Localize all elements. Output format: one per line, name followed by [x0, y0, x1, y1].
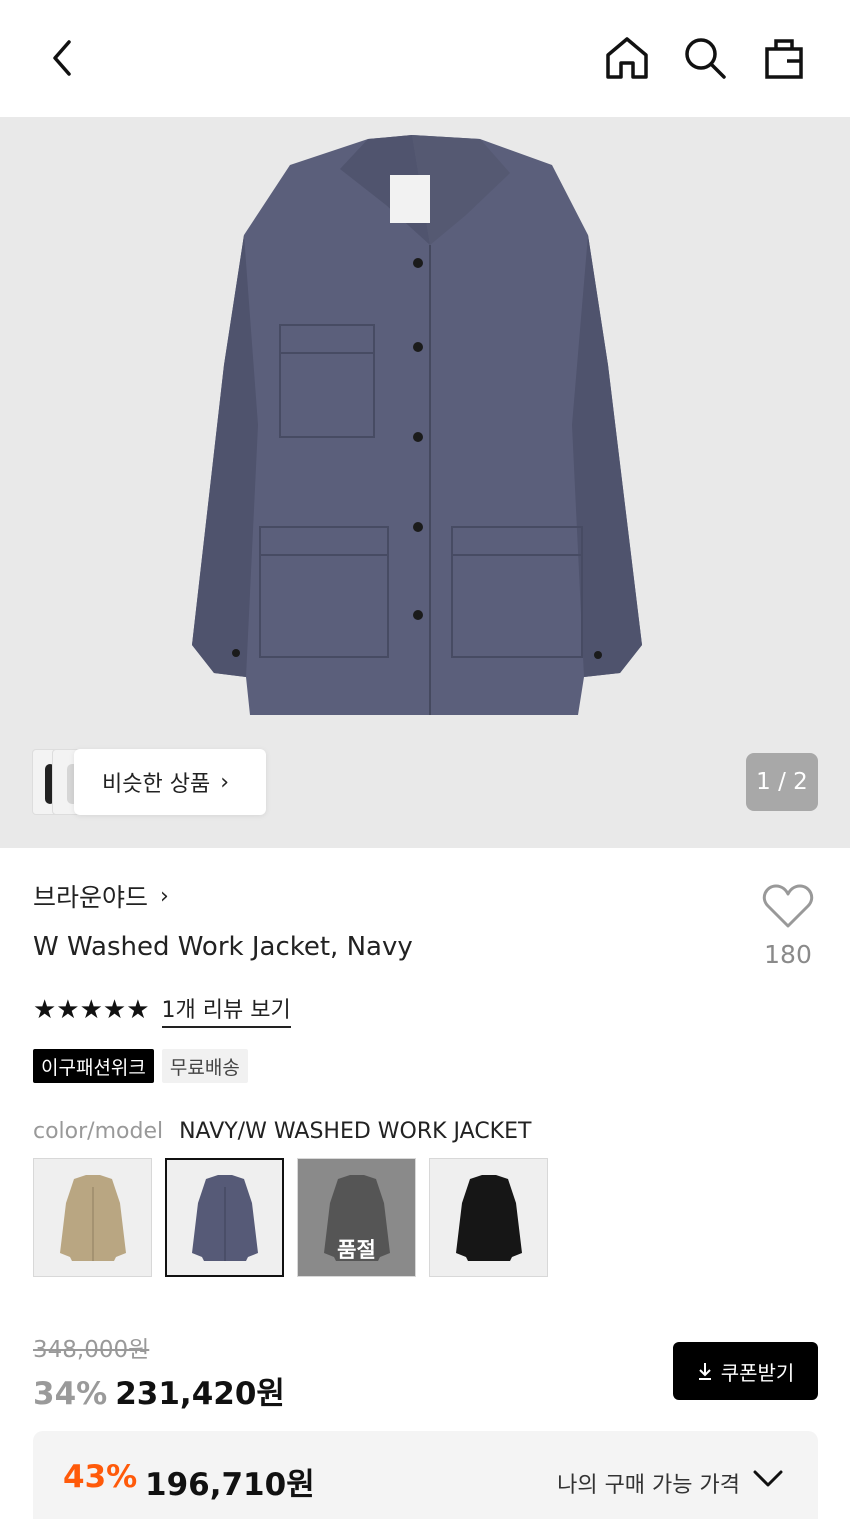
- jacket-thumbnail: [59, 1174, 126, 1261]
- brand-link[interactable]: 브라운야드 ›: [33, 878, 169, 914]
- best-discount-percent: 43%: [63, 1459, 138, 1495]
- download-icon: [698, 1363, 711, 1380]
- discount-percent: 34%: [33, 1376, 108, 1412]
- best-price: 196,710원: [145, 1467, 315, 1503]
- shopping-bag-button[interactable]: [756, 30, 812, 86]
- swatch-beige[interactable]: [33, 1158, 152, 1277]
- shopping-bag-icon: [765, 39, 803, 79]
- sale-price-row: 34% 231,420원: [33, 1368, 285, 1413]
- event-badge: 이구패션위크: [33, 1049, 154, 1083]
- like-count: 180: [764, 940, 812, 969]
- heart-icon: [762, 884, 814, 928]
- color-model-row: color/model NAVY/W WASHED WORK JACKET: [33, 1119, 531, 1144]
- chevron-down-icon[interactable]: [752, 1469, 784, 1489]
- product-title: W Washed Work Jacket, Navy: [33, 932, 413, 962]
- similar-products-button[interactable]: 비슷한 상품 ›: [32, 749, 266, 815]
- color-model-value: NAVY/W WASHED WORK JACKET: [179, 1119, 532, 1144]
- coupon-label: 쿠폰받기: [720, 1360, 795, 1385]
- chevron-left-icon: [53, 40, 71, 76]
- soldout-label: 품절: [337, 1238, 376, 1262]
- product-image-gallery[interactable]: 비슷한 상품 › 1 / 2: [0, 117, 850, 848]
- similar-products-text: 비슷한 상품: [102, 772, 211, 797]
- jacket-thumbnail: [455, 1174, 522, 1261]
- chevron-right-icon: ›: [220, 769, 230, 795]
- original-price: 348,000원: [33, 1337, 150, 1363]
- product-image-jacket: [192, 135, 642, 715]
- get-coupon-button[interactable]: 쿠폰받기: [673, 1342, 818, 1400]
- search-button[interactable]: [677, 30, 733, 86]
- swatch-charcoal[interactable]: 품절: [297, 1158, 416, 1277]
- top-nav-bar: [0, 0, 850, 117]
- like-button[interactable]: 180: [752, 884, 824, 969]
- free-shipping-badge: 무료배송: [161, 1049, 248, 1083]
- star-rating: ★★★★★: [33, 995, 150, 1025]
- jacket-thumbnail: [191, 1174, 258, 1261]
- image-page-counter: 1 / 2: [746, 753, 818, 811]
- sale-price: 231,420원: [115, 1376, 285, 1412]
- badge-row: 이구패션위크 무료배송: [33, 1049, 248, 1083]
- review-link[interactable]: 1개 리뷰 보기: [161, 992, 291, 1028]
- home-button[interactable]: [599, 30, 655, 86]
- chevron-right-icon: ›: [160, 883, 169, 909]
- rating-row: ★★★★★ 1개 리뷰 보기: [33, 992, 291, 1028]
- home-icon: [606, 37, 648, 79]
- color-swatch-list: 품절: [33, 1158, 548, 1277]
- my-best-price-panel[interactable]: 43% 196,710원 나의 구매 가능 가격: [33, 1431, 818, 1519]
- brand-name: 브라운야드: [33, 883, 149, 912]
- back-button[interactable]: [34, 30, 90, 86]
- swatch-black[interactable]: [429, 1158, 548, 1277]
- search-icon: [685, 38, 726, 79]
- similar-products-label: 비슷한 상품 ›: [74, 749, 266, 815]
- best-price-label: 나의 구매 가능 가격: [557, 1473, 740, 1498]
- swatch-navy[interactable]: [165, 1158, 284, 1277]
- color-model-label: color/model: [33, 1119, 164, 1144]
